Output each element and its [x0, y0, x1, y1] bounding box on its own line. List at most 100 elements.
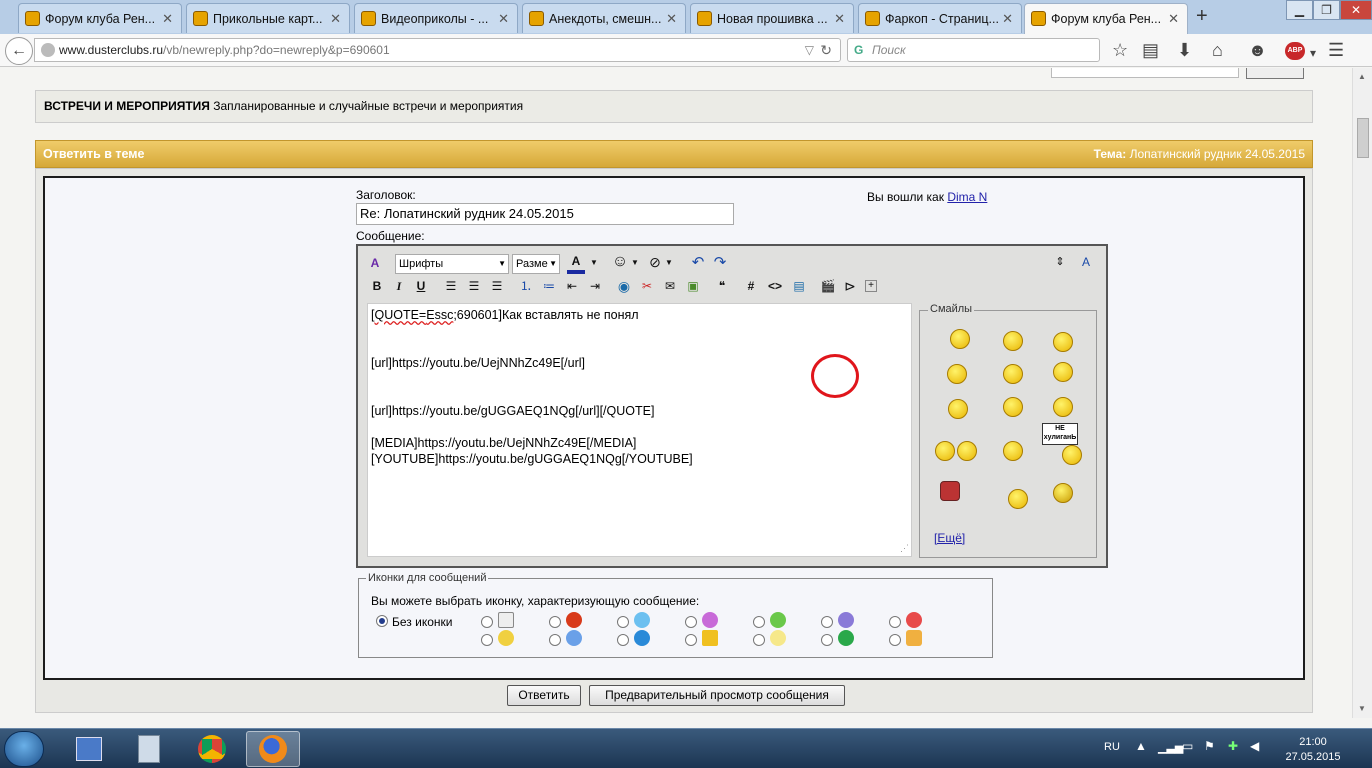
close-icon[interactable]: ✕	[1168, 11, 1179, 27]
radio-icon[interactable]	[685, 616, 697, 628]
outdent-icon[interactable]: ⇤	[562, 277, 582, 297]
radio-icon[interactable]	[821, 634, 833, 646]
top-search-button[interactable]	[1246, 68, 1304, 79]
smiley-icon[interactable]	[1008, 489, 1028, 509]
new-tab-icon[interactable]: +	[1196, 5, 1208, 28]
attach-icon[interactable]: ⊘	[646, 253, 664, 273]
remove-link-icon[interactable]: ✂	[637, 277, 657, 297]
scroll-up-icon[interactable]: ▲	[1358, 72, 1366, 81]
unordered-list-icon[interactable]: ≔	[539, 277, 559, 297]
user-link[interactable]: Dima N	[947, 190, 987, 204]
close-icon[interactable]: ✕	[330, 11, 341, 27]
insert-image-icon[interactable]: ▣	[683, 277, 703, 297]
undo-icon[interactable]: ↶	[688, 254, 708, 274]
url-dropdown-icon[interactable]: ▽	[805, 39, 814, 61]
smiley-icon[interactable]	[1053, 397, 1073, 417]
align-left-icon[interactable]: ☰	[441, 277, 461, 297]
radio-icon[interactable]	[889, 616, 901, 628]
minimize-icon[interactable]: ▁	[1286, 0, 1313, 20]
radio-icon[interactable]	[889, 634, 901, 646]
top-search-field[interactable]	[1051, 68, 1239, 78]
font-select[interactable]: Шрифты ▼	[395, 254, 509, 274]
menu-icon[interactable]: ☰	[1328, 41, 1344, 59]
message-textarea[interactable]: [QUOTE=Essc;690601]Как вставлять не поня…	[367, 303, 912, 557]
language-indicator[interactable]: RU	[1104, 741, 1120, 753]
radio-icon[interactable]	[821, 616, 833, 628]
tab-6[interactable]: Фаркоп - Страниц... ✕	[858, 3, 1022, 33]
radio-icon[interactable]	[753, 616, 765, 628]
close-icon[interactable]: ✕	[834, 11, 845, 27]
radio-icon[interactable]	[549, 616, 561, 628]
preview-button[interactable]: Предварительный просмотр сообщения	[589, 685, 845, 706]
tab-7-active[interactable]: Форум клуба Рен... ✕	[1024, 3, 1188, 34]
video-clapper-icon[interactable]: 🎬	[818, 277, 838, 297]
smiley-icon[interactable]	[1003, 331, 1023, 351]
remove-format-icon[interactable]: A	[366, 254, 384, 274]
volume-icon[interactable]: ◀	[1250, 739, 1259, 753]
radio-no-icon[interactable]	[376, 615, 388, 627]
close-icon[interactable]: ✕	[1002, 11, 1013, 27]
close-icon[interactable]: ✕	[666, 11, 677, 27]
indent-icon[interactable]: ⇥	[585, 277, 605, 297]
chevron-down-icon[interactable]: ▼	[664, 254, 674, 274]
submit-reply-button[interactable]: Ответить	[507, 685, 581, 706]
expand-toolbar-icon[interactable]: +	[865, 280, 877, 292]
quote-icon[interactable]: ❝	[712, 277, 732, 297]
radio-icon[interactable]	[685, 634, 697, 646]
tab-3[interactable]: Видеоприколы - ... ✕	[354, 3, 518, 33]
radio-icon[interactable]	[481, 634, 493, 646]
bookmarks-list-icon[interactable]: ▤	[1142, 41, 1159, 59]
search-engine-icon[interactable]: G	[854, 39, 863, 61]
insert-email-icon[interactable]: ✉	[660, 277, 680, 297]
radio-icon[interactable]	[617, 616, 629, 628]
smiley-icon[interactable]	[1053, 332, 1073, 352]
align-center-icon[interactable]: ☰	[464, 277, 484, 297]
switch-mode-icon[interactable]: A	[1076, 253, 1096, 273]
back-icon[interactable]: ←	[5, 37, 33, 65]
tab-4[interactable]: Анекдоты, смешн... ✕	[522, 3, 686, 33]
resize-editor-icon[interactable]: ⇕	[1053, 253, 1067, 273]
downloads-icon[interactable]: ⬇	[1177, 41, 1192, 59]
maximize-icon[interactable]: ❐	[1313, 0, 1340, 20]
radio-icon[interactable]	[617, 634, 629, 646]
accordion-smiley-icon[interactable]	[940, 481, 960, 501]
text-color-icon[interactable]: A	[567, 252, 585, 274]
smiley-icon[interactable]	[1003, 364, 1023, 384]
subject-field[interactable]: Re: Лопатинский рудник 24.05.2015	[356, 203, 734, 225]
tab-5[interactable]: Новая прошивка ... ✕	[690, 3, 854, 33]
smiley-icon[interactable]	[1003, 397, 1023, 417]
start-button[interactable]	[4, 731, 44, 767]
wrap-php-icon[interactable]: ▤	[789, 277, 809, 297]
home-icon[interactable]: ⌂	[1212, 41, 1223, 59]
chat-icon[interactable]: ☻	[1248, 41, 1267, 59]
smiley-icon[interactable]	[1053, 483, 1073, 503]
reload-icon[interactable]: ↻	[820, 39, 832, 61]
adblock-dropdown-icon[interactable]: ▾	[1310, 44, 1316, 62]
more-smilies-link[interactable]: [Ещё]	[934, 531, 965, 545]
chevron-down-icon[interactable]: ▼	[589, 254, 599, 274]
close-icon[interactable]: ✕	[162, 11, 173, 27]
youtube-play-icon[interactable]: ⊳	[840, 277, 860, 297]
chevron-down-icon[interactable]: ▼	[630, 254, 640, 274]
wrap-html-button[interactable]: <>	[764, 277, 786, 297]
tray-arrow-icon[interactable]: ▲	[1135, 739, 1147, 753]
adblock-icon[interactable]: ABP	[1285, 42, 1305, 60]
tab-2[interactable]: Прикольные карт... ✕	[186, 3, 350, 33]
align-right-icon[interactable]: ☰	[487, 277, 507, 297]
smiley-icon[interactable]	[947, 364, 967, 384]
resize-grip-icon[interactable]: ⋰	[900, 540, 909, 556]
smiley-icon[interactable]	[957, 441, 977, 461]
tab-1[interactable]: Форум клуба Рен... ✕	[18, 3, 182, 33]
vertical-scrollbar[interactable]: ▲ ▼	[1352, 68, 1372, 718]
radio-icon[interactable]	[753, 634, 765, 646]
smiley-icon[interactable]	[1053, 362, 1073, 382]
scrollbar-thumb[interactable]	[1357, 118, 1369, 158]
radio-icon[interactable]	[481, 616, 493, 628]
scroll-down-icon[interactable]: ▼	[1358, 704, 1366, 713]
signal-icon[interactable]: ▁▃▅	[1158, 741, 1183, 754]
address-bar[interactable]: www.dusterclubs.ru/vb/newreply.php?do=ne…	[34, 38, 841, 62]
underline-button[interactable]: U	[412, 277, 430, 297]
bookmark-star-icon[interactable]: ☆	[1112, 41, 1128, 59]
radio-icon[interactable]	[549, 634, 561, 646]
battery-icon[interactable]: ▭	[1182, 739, 1193, 753]
